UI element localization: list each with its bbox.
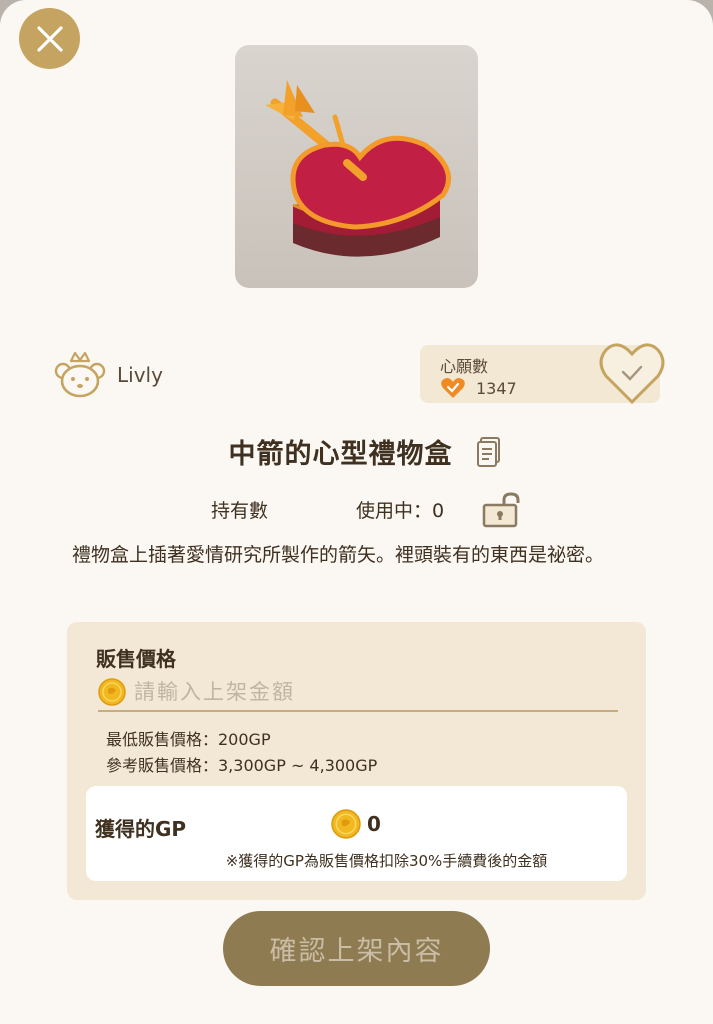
close-icon: [36, 25, 63, 52]
wishlist-button[interactable]: [598, 340, 666, 406]
gp-note: ※獲得的GP為販售價格扣除30%手續費後的金額: [225, 852, 548, 870]
confirm-listing-button[interactable]: 確認上架內容: [223, 911, 490, 986]
in-use-label: 使用中：0: [356, 500, 445, 522]
livly-mascot-icon: [54, 351, 106, 398]
brand: Livly: [53, 350, 163, 400]
item-image: [235, 45, 478, 288]
gp-coin-icon: [98, 678, 126, 706]
price-input[interactable]: [134, 680, 594, 704]
gp-box: 獲得的GP 0 ※獲得的GP為販售價格扣除30%手續費後的金額: [86, 786, 627, 881]
min-price-text: 最低販售價格：200GP: [106, 730, 271, 749]
item-title: 中箭的心型禮物盒: [228, 439, 453, 470]
gp-coin-icon: [331, 809, 361, 839]
ref-price-text: 參考販售價格：3,300GP ~ 4,300GP: [106, 756, 378, 775]
price-input-row: [98, 674, 618, 712]
heart-check-icon: [441, 378, 465, 398]
document-icon[interactable]: [476, 436, 501, 467]
brand-name: Livly: [117, 363, 163, 387]
gp-value: 0: [367, 812, 381, 836]
owned-label: 持有數: [211, 500, 269, 522]
price-panel: 販售價格 最低販售價格：200GP 參考販售價格：3,300GP ~ 4,300…: [67, 622, 646, 900]
stats-row: 持有數 使用中：0: [0, 492, 713, 528]
wishlist-count: 1347: [476, 378, 517, 398]
heart-outline-check-icon: [599, 343, 665, 405]
close-button[interactable]: [19, 8, 80, 69]
listing-sheet: Livly 心願數 1347 中箭的心型禮物盒 持有數 使用中：0 禮物盒上插著…: [0, 0, 713, 1024]
item-description: 禮物盒上插著愛情研究所製作的箭矢。裡頭裝有的東西是祕密。: [72, 544, 605, 566]
wishlist-title: 心願數: [440, 357, 489, 376]
price-heading: 販售價格: [96, 647, 176, 671]
gp-label: 獲得的GP: [95, 817, 187, 841]
unlocked-padlock-icon[interactable]: [482, 492, 522, 528]
heart-gift-box-image: [265, 80, 452, 257]
